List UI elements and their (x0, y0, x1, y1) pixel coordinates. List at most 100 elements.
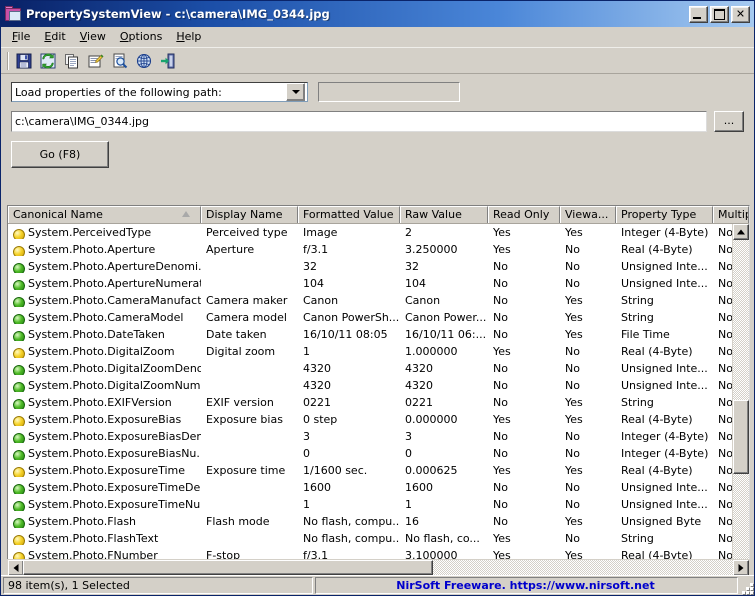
table-row[interactable]: System.Photo.ApertureDenomi... 32 32 No No Un… (8, 258, 732, 275)
menu-edit[interactable]: Edit (37, 28, 72, 45)
minimize-button[interactable] (689, 5, 708, 23)
horizontal-scrollbar[interactable] (7, 559, 750, 576)
cell-viewable: Yes (565, 413, 583, 426)
cell-formatted: 0 (303, 447, 310, 460)
cell-viewable: Yes (565, 294, 583, 307)
nirsoft-link[interactable]: NirSoft Freeware. https://www.nirsoft.ne… (320, 578, 737, 593)
table-row[interactable]: System.PerceivedType Perceived type Image 2… (8, 224, 732, 241)
scroll-left-button[interactable] (8, 560, 24, 576)
scroll-right-button[interactable] (733, 560, 749, 576)
mode-row: Load properties of the following path: (11, 82, 744, 102)
table-row[interactable]: System.Photo.DigitalZoomNume... 4320 4320 N… (8, 377, 732, 394)
table-row[interactable]: System.Photo.ExposureBias Exposure bias 0 … (8, 411, 732, 428)
cell-readonly: Yes (493, 464, 511, 477)
green-bullet-icon (13, 399, 25, 409)
menu-file[interactable]: File (5, 28, 37, 45)
close-button[interactable]: ✕ (731, 5, 750, 23)
cell-viewable: No (565, 362, 580, 375)
column-header-multiple[interactable]: Multip (713, 206, 749, 223)
copy-icon[interactable] (61, 50, 83, 71)
table-row[interactable]: System.Photo.DateTaken Date taken 16/10/11… (8, 326, 732, 343)
cell-raw: 0.000000 (405, 413, 458, 426)
refresh-icon[interactable] (37, 50, 59, 71)
title-bar[interactable]: PropertySystemView - c:\camera\IMG_0344.… (1, 1, 754, 27)
table-row[interactable]: System.Photo.ExposureTimeNu... 1 1 No No Unsi… (8, 496, 732, 513)
cell-readonly: No (493, 430, 508, 443)
column-header-display-name[interactable]: Display Name (201, 206, 298, 223)
cell-canonical: System.PerceivedType (8, 226, 201, 239)
table-row[interactable]: System.Photo.DigitalZoomDeno... 4320 4320 N… (8, 360, 732, 377)
table-row[interactable]: System.Photo.EXIFVersion EXIF version 0221… (8, 394, 732, 411)
cell-readonly: Yes (493, 226, 511, 239)
cell-canonical: System.Photo.Flash (8, 515, 201, 528)
properties-icon[interactable] (85, 50, 107, 71)
web-globe-icon[interactable] (133, 50, 155, 71)
cell-raw: 4320 (405, 362, 433, 375)
column-header-raw-value[interactable]: Raw Value (400, 206, 488, 223)
cell-formatted: Image (303, 226, 338, 239)
cell-type: Unsigned Byte (621, 515, 702, 528)
save-icon[interactable] (13, 50, 35, 71)
cell-canonical-text: System.PerceivedType (28, 226, 152, 239)
menu-view-mnemonic: V (79, 30, 88, 43)
cell-display: Exposure bias (206, 413, 283, 426)
table-row[interactable]: System.Photo.Aperture Aperture f/3.1 3.2500… (8, 241, 732, 258)
table-row[interactable]: System.Photo.Flash Flash mode No flash, co… (8, 513, 732, 530)
table-row[interactable]: System.Photo.ExposureBiasNu... 0 0 No No Inte… (8, 445, 732, 462)
table-row[interactable]: System.Photo.ExposureTimeDe... 1600 1600 No… (8, 479, 732, 496)
status-item-count: 98 item(s), 1 Selected (3, 577, 313, 594)
cell-type: Unsigned Inte... (621, 260, 708, 273)
yellow-bullet-icon (13, 467, 25, 477)
table-row[interactable]: System.Photo.ExposureBiasDen... 3 3 No No Int… (8, 428, 732, 445)
cell-canonical: System.Photo.DigitalZoomNume... (8, 379, 201, 392)
load-mode-value: Load properties of the following path: (15, 85, 222, 99)
load-mode-combobox[interactable]: Load properties of the following path: (11, 82, 308, 102)
vertical-scroll-thumb[interactable] (733, 400, 749, 474)
scroll-up-button[interactable] (733, 224, 749, 240)
path-input[interactable]: c:\camera\IMG_0344.jpg (11, 111, 707, 132)
chevron-down-icon[interactable] (286, 83, 305, 101)
cell-canonical-text: System.Photo.ApertureDenomi... (28, 260, 201, 273)
cell-canonical: System.Photo.DigitalZoom (8, 345, 201, 358)
maximize-button[interactable] (710, 5, 729, 23)
column-header-formatted-value[interactable]: Formatted Value (298, 206, 400, 223)
go-button[interactable]: Go (F8) (11, 141, 109, 168)
cell-type: String (621, 311, 654, 324)
cell-viewable: Yes (565, 464, 583, 477)
cell-display: Aperture (206, 243, 255, 256)
path-row: c:\camera\IMG_0344.jpg ... (11, 111, 744, 132)
table-row[interactable]: System.Photo.CameraManufact... Camera mak… (8, 292, 732, 309)
cell-formatted: No flash, compu... (303, 515, 400, 528)
vertical-scrollbar[interactable] (732, 224, 749, 576)
horizontal-scroll-thumb[interactable] (23, 560, 433, 575)
cell-readonly: No (493, 311, 508, 324)
yellow-bullet-icon (13, 229, 25, 239)
go-row: Go (F8) (11, 141, 744, 168)
menu-help[interactable]: Help (169, 28, 208, 45)
browse-button[interactable]: ... (714, 111, 744, 132)
menu-view[interactable]: View (73, 28, 113, 45)
table-row[interactable]: System.Photo.ExposureTime Exposure time 1/… (8, 462, 732, 479)
exit-icon[interactable] (157, 50, 179, 71)
cell-viewable: No (565, 430, 580, 443)
secondary-input[interactable] (318, 82, 460, 102)
table-row[interactable]: System.Photo.CameraModel Camera model Cano… (8, 309, 732, 326)
find-icon[interactable] (109, 50, 131, 71)
cell-multi: No (718, 532, 732, 545)
cell-display: Flash mode (206, 515, 270, 528)
cell-display: Exposure time (206, 464, 286, 477)
column-header-viewable[interactable]: Viewa... (560, 206, 616, 223)
column-header-read-only[interactable]: Read Only (488, 206, 560, 223)
properties-list: Canonical Name Display Name Formatted Va… (7, 205, 750, 577)
table-row[interactable]: System.Photo.FlashText No flash, compu...… (8, 530, 732, 547)
property-system-view-window: PropertySystemView - c:\camera\IMG_0344.… (0, 0, 755, 596)
menu-options[interactable]: Options (113, 28, 169, 45)
cell-canonical-text: System.Photo.Flash (28, 515, 137, 528)
sort-ascending-icon (182, 211, 190, 217)
column-header-property-type[interactable]: Property Type (616, 206, 713, 223)
table-row[interactable]: System.Photo.ApertureNumerator 104 104 No No… (8, 275, 732, 292)
resize-grip[interactable] (739, 580, 753, 594)
cell-raw: 1 (405, 498, 412, 511)
column-header-canonical-name[interactable]: Canonical Name (8, 206, 201, 223)
table-row[interactable]: System.Photo.DigitalZoom Digital zoom 1 1.0… (8, 343, 732, 360)
